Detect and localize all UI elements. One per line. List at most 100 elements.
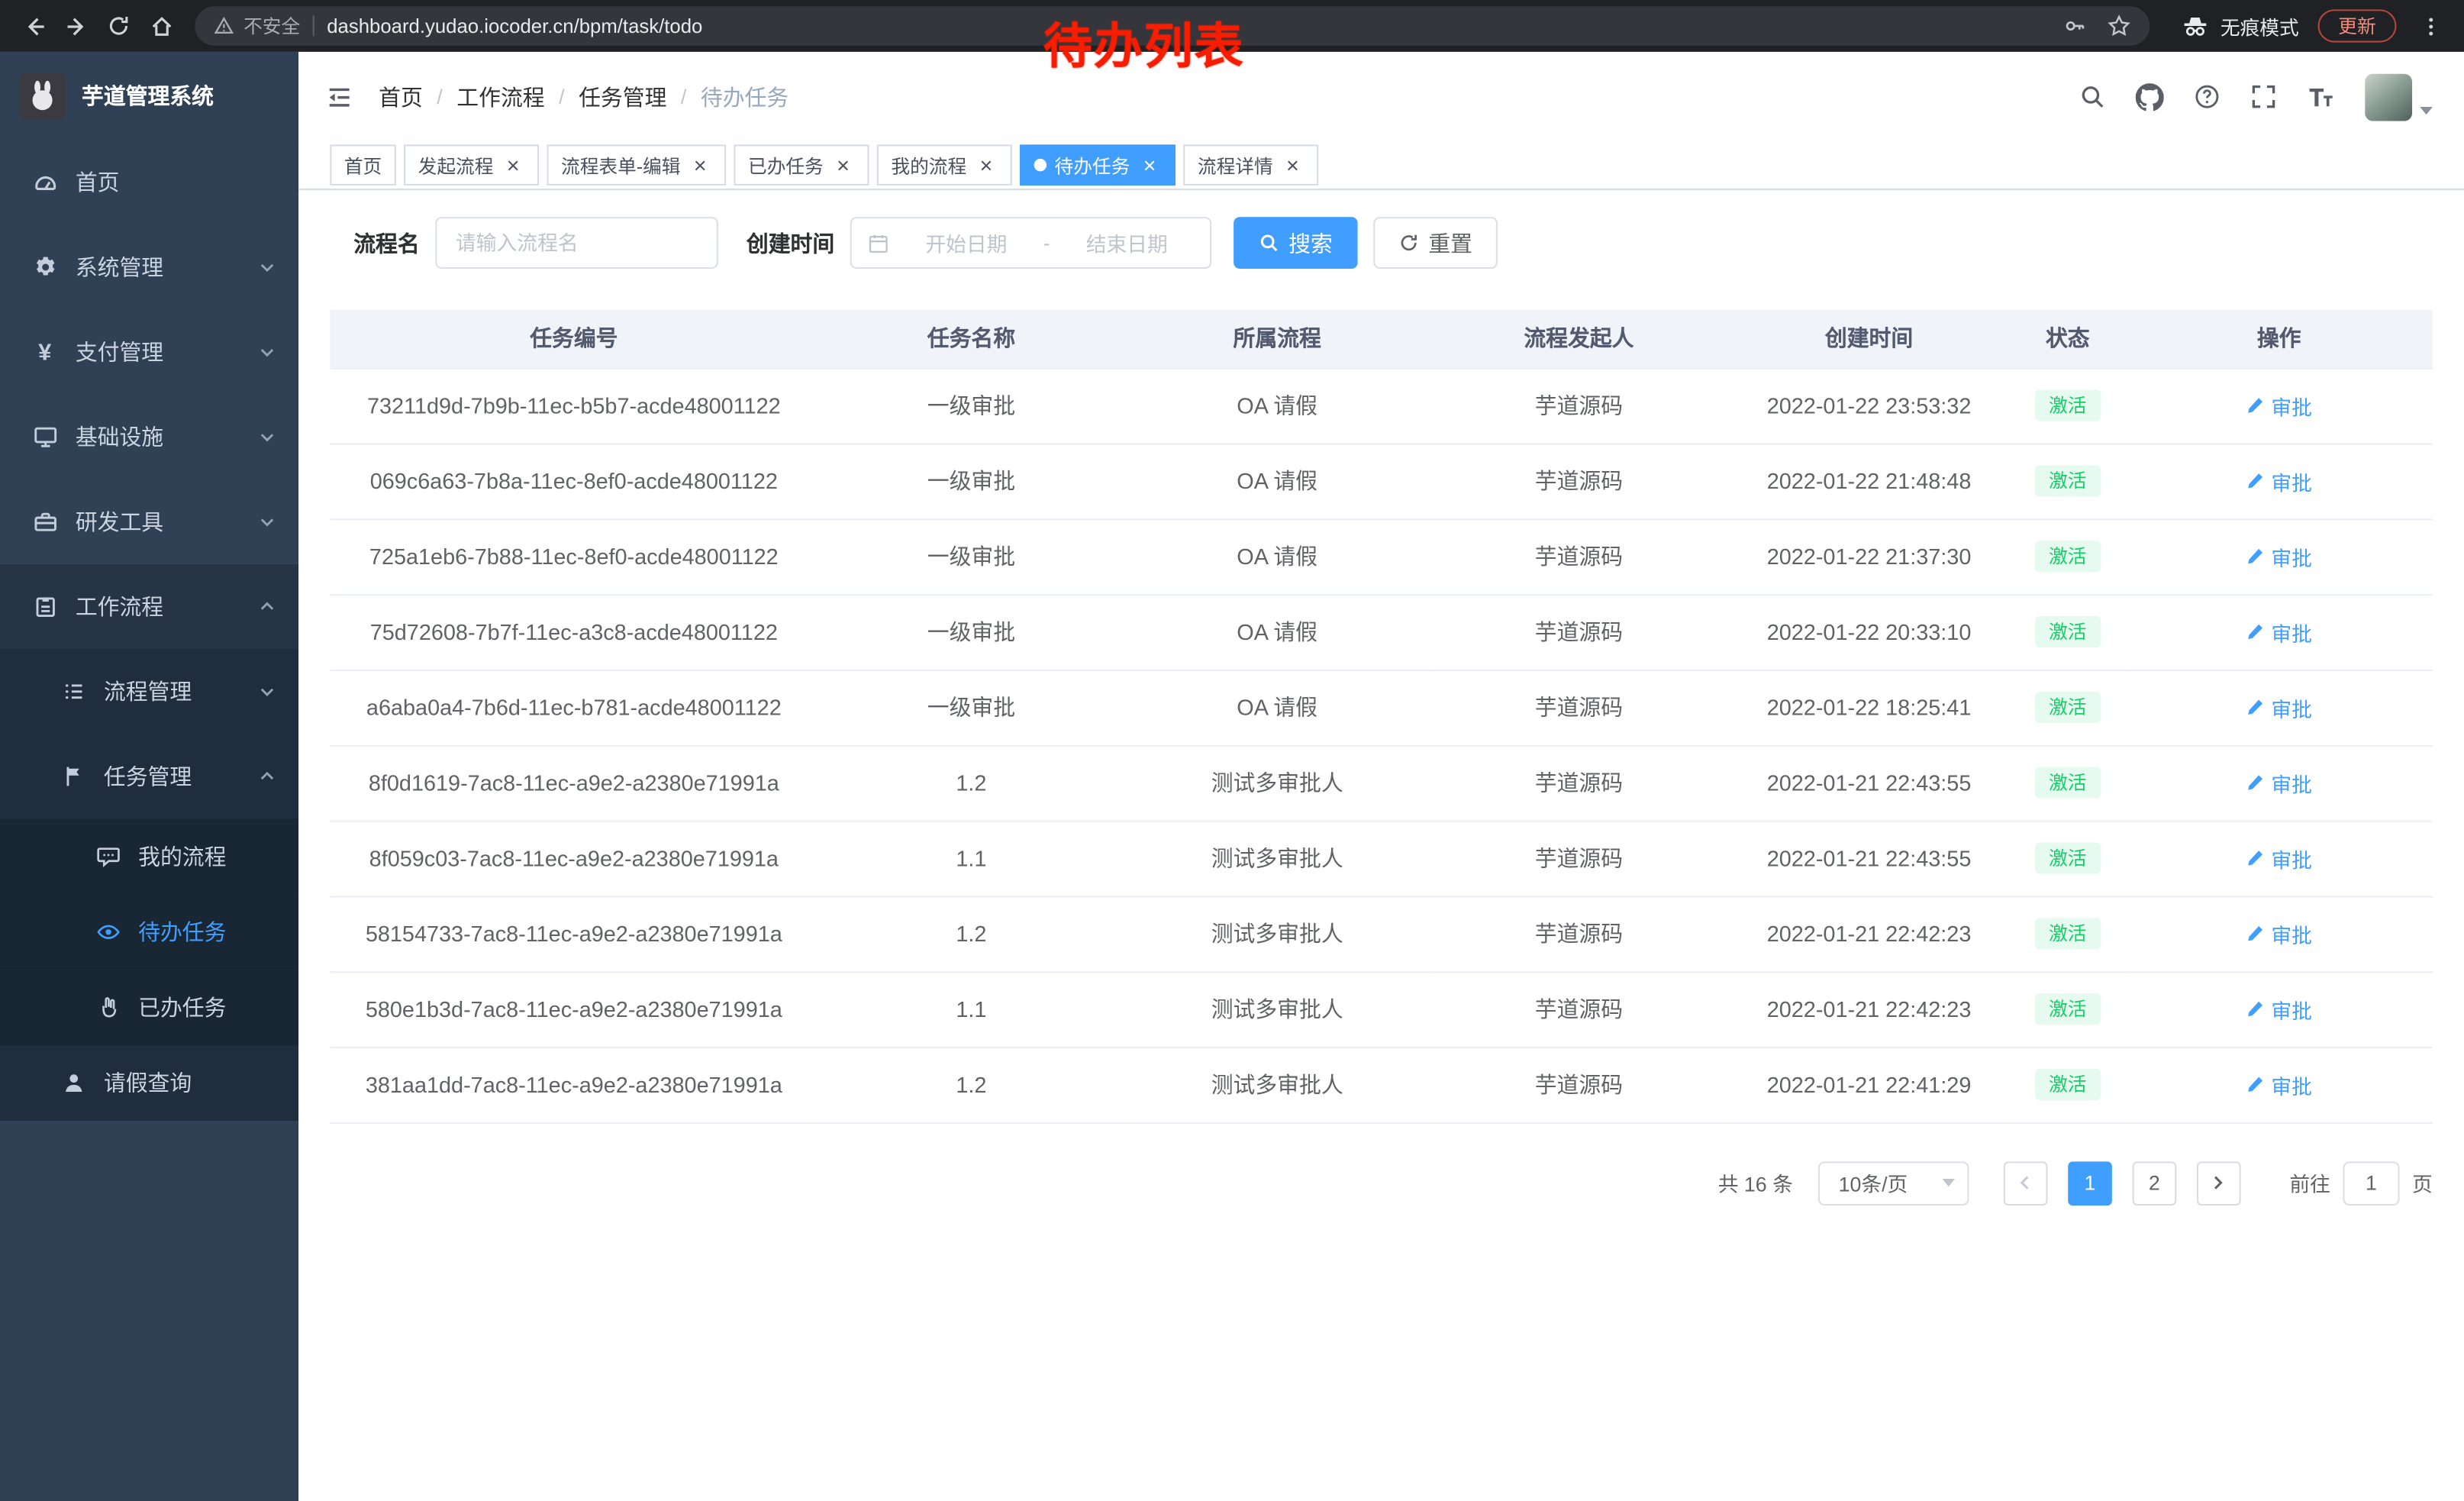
font-size-icon[interactable]: [2307, 82, 2335, 111]
edit-pencil-icon: [2246, 773, 2265, 792]
help-icon[interactable]: [2194, 83, 2221, 110]
sidebar-item-workflow[interactable]: 工作流程: [0, 564, 298, 649]
sidebar-item-infrastructure[interactable]: 基础设施: [0, 395, 298, 479]
goto-label: 前往: [2289, 1168, 2330, 1198]
close-icon[interactable]: [1138, 153, 1162, 177]
app-title: 芋道管理系统: [82, 80, 214, 111]
approve-link[interactable]: 审批: [2246, 617, 2311, 647]
start-date-placeholder[interactable]: 开始日期: [899, 228, 1034, 258]
sidebar-item-dev-tools[interactable]: 研发工具: [0, 479, 298, 564]
security-warning[interactable]: 不安全: [214, 12, 300, 39]
search-button[interactable]: 搜索: [1234, 217, 1358, 269]
home-icon[interactable]: [140, 5, 182, 47]
goto-page-input[interactable]: [2343, 1160, 2399, 1205]
approve-link[interactable]: 审批: [2246, 541, 2311, 571]
tab-home[interactable]: 首页: [330, 144, 395, 186]
page-button-2[interactable]: 2: [2133, 1160, 2177, 1205]
status-badge: 激活: [2035, 842, 2101, 873]
tab-process-detail[interactable]: 流程详情: [1183, 144, 1318, 186]
process-name-input[interactable]: [435, 217, 718, 269]
tab-done-tasks[interactable]: 已办任务: [734, 144, 869, 186]
edit-pencil-icon: [2246, 622, 2265, 641]
app-logo[interactable]: 芋道管理系统: [0, 52, 298, 140]
breadcrumb-home[interactable]: 首页: [379, 81, 456, 112]
chevron-down-icon: [258, 428, 277, 447]
next-page-button[interactable]: [2197, 1160, 2241, 1205]
back-icon[interactable]: [12, 5, 55, 47]
sidebar-item-leave-query[interactable]: 请假查询: [0, 1045, 298, 1121]
prev-page-button[interactable]: [2004, 1160, 2048, 1205]
cell-actions: 审批: [2126, 1047, 2433, 1122]
tab-form-edit[interactable]: 流程表单-编辑: [547, 144, 726, 186]
tab-my-processes[interactable]: 我的流程: [877, 144, 1012, 186]
sidebar-item-process-management[interactable]: 流程管理: [0, 649, 298, 734]
sidebar-item-home[interactable]: 首页: [0, 140, 298, 224]
bookmark-star-icon[interactable]: [2108, 15, 2131, 38]
sidebar-item-done-tasks[interactable]: 已办任务: [0, 970, 298, 1045]
eye-icon: [95, 918, 121, 945]
tab-todo-tasks[interactable]: 待办任务: [1020, 144, 1176, 186]
menu-dots-icon[interactable]: [2409, 5, 2452, 47]
close-icon[interactable]: [975, 153, 998, 177]
sidebar-item-system-management[interactable]: 系统管理: [0, 224, 298, 309]
avatar[interactable]: [2365, 73, 2412, 121]
edit-pencil-icon: [2246, 547, 2265, 566]
github-icon[interactable]: [2136, 82, 2164, 111]
cell-process: 测试多审批人: [1124, 821, 1429, 896]
cell-status: 激活: [2010, 594, 2125, 670]
approve-link[interactable]: 审批: [2246, 768, 2311, 798]
cell-process: 测试多审批人: [1124, 745, 1429, 821]
approve-link[interactable]: 审批: [2246, 843, 2311, 873]
page-button-1[interactable]: 1: [2068, 1160, 2112, 1205]
cell-task-id: 8f059c03-7ac8-11ec-a9e2-a2380e71991a: [330, 821, 818, 896]
forward-icon[interactable]: [55, 5, 98, 47]
table-row: 73211d9d-7b9b-11ec-b5b7-acde48001122 一级审…: [330, 368, 2433, 444]
password-key-icon[interactable]: [2063, 15, 2087, 38]
approve-link[interactable]: 审批: [2246, 692, 2311, 722]
reset-button[interactable]: 重置: [1373, 217, 1498, 269]
approve-link[interactable]: 审批: [2246, 466, 2311, 495]
close-icon[interactable]: [831, 153, 855, 177]
sidebar-item-todo-tasks[interactable]: 待办任务: [0, 894, 298, 970]
approve-link[interactable]: 审批: [2246, 1070, 2311, 1099]
update-button[interactable]: 更新: [2318, 9, 2397, 42]
breadcrumb-workflow[interactable]: 工作流程: [456, 81, 579, 112]
cell-starter: 芋道源码: [1430, 821, 1728, 896]
close-icon[interactable]: [1281, 153, 1305, 177]
user-menu[interactable]: [2365, 73, 2433, 121]
cell-task-name: 一级审批: [818, 670, 1124, 745]
sidebar-item-task-management[interactable]: 任务管理: [0, 734, 298, 818]
approve-link[interactable]: 审批: [2246, 918, 2311, 948]
cell-create-time: 2022-01-21 22:42:23: [1728, 971, 2010, 1047]
cell-status: 激活: [2010, 896, 2125, 971]
reload-icon[interactable]: [98, 5, 140, 47]
navbar-tools: [2079, 73, 2464, 121]
chevron-up-icon: [258, 597, 277, 616]
tab-start-process[interactable]: 发起流程: [404, 144, 539, 186]
flag-icon: [60, 763, 86, 789]
sidebar-item-payment-management[interactable]: ¥ 支付管理: [0, 310, 298, 395]
close-icon[interactable]: [689, 153, 712, 177]
breadcrumb-task-management[interactable]: 任务管理: [579, 81, 701, 112]
cell-starter: 芋道源码: [1430, 971, 1728, 1047]
sidebar-collapse-icon[interactable]: [298, 82, 379, 111]
page-size-select[interactable]: 10条/页: [1818, 1160, 1969, 1205]
col-actions: 操作: [2126, 310, 2433, 368]
date-range-picker[interactable]: 开始日期 - 结束日期: [850, 217, 1211, 269]
close-icon[interactable]: [502, 153, 525, 177]
fullscreen-icon[interactable]: [2250, 83, 2277, 110]
search-icon[interactable]: [2079, 83, 2106, 110]
cell-actions: 审批: [2126, 444, 2433, 519]
sidebar-item-my-processes[interactable]: 我的流程: [0, 819, 298, 895]
chat-bubble-icon: [95, 843, 121, 870]
cell-actions: 审批: [2126, 745, 2433, 821]
filter-bar: 流程名 创建时间 开始日期 - 结束日期 搜索 重: [298, 190, 2464, 269]
cell-actions: 审批: [2126, 896, 2433, 971]
task-table: 任务编号 任务名称 所属流程 流程发起人 创建时间 状态 操作 73211d9d…: [330, 310, 2433, 1123]
end-date-placeholder[interactable]: 结束日期: [1059, 228, 1195, 258]
cell-status: 激活: [2010, 368, 2125, 444]
approve-link[interactable]: 审批: [2246, 391, 2311, 421]
gear-icon: [31, 253, 58, 280]
status-badge: 激活: [2035, 465, 2101, 496]
approve-link[interactable]: 审批: [2246, 994, 2311, 1024]
